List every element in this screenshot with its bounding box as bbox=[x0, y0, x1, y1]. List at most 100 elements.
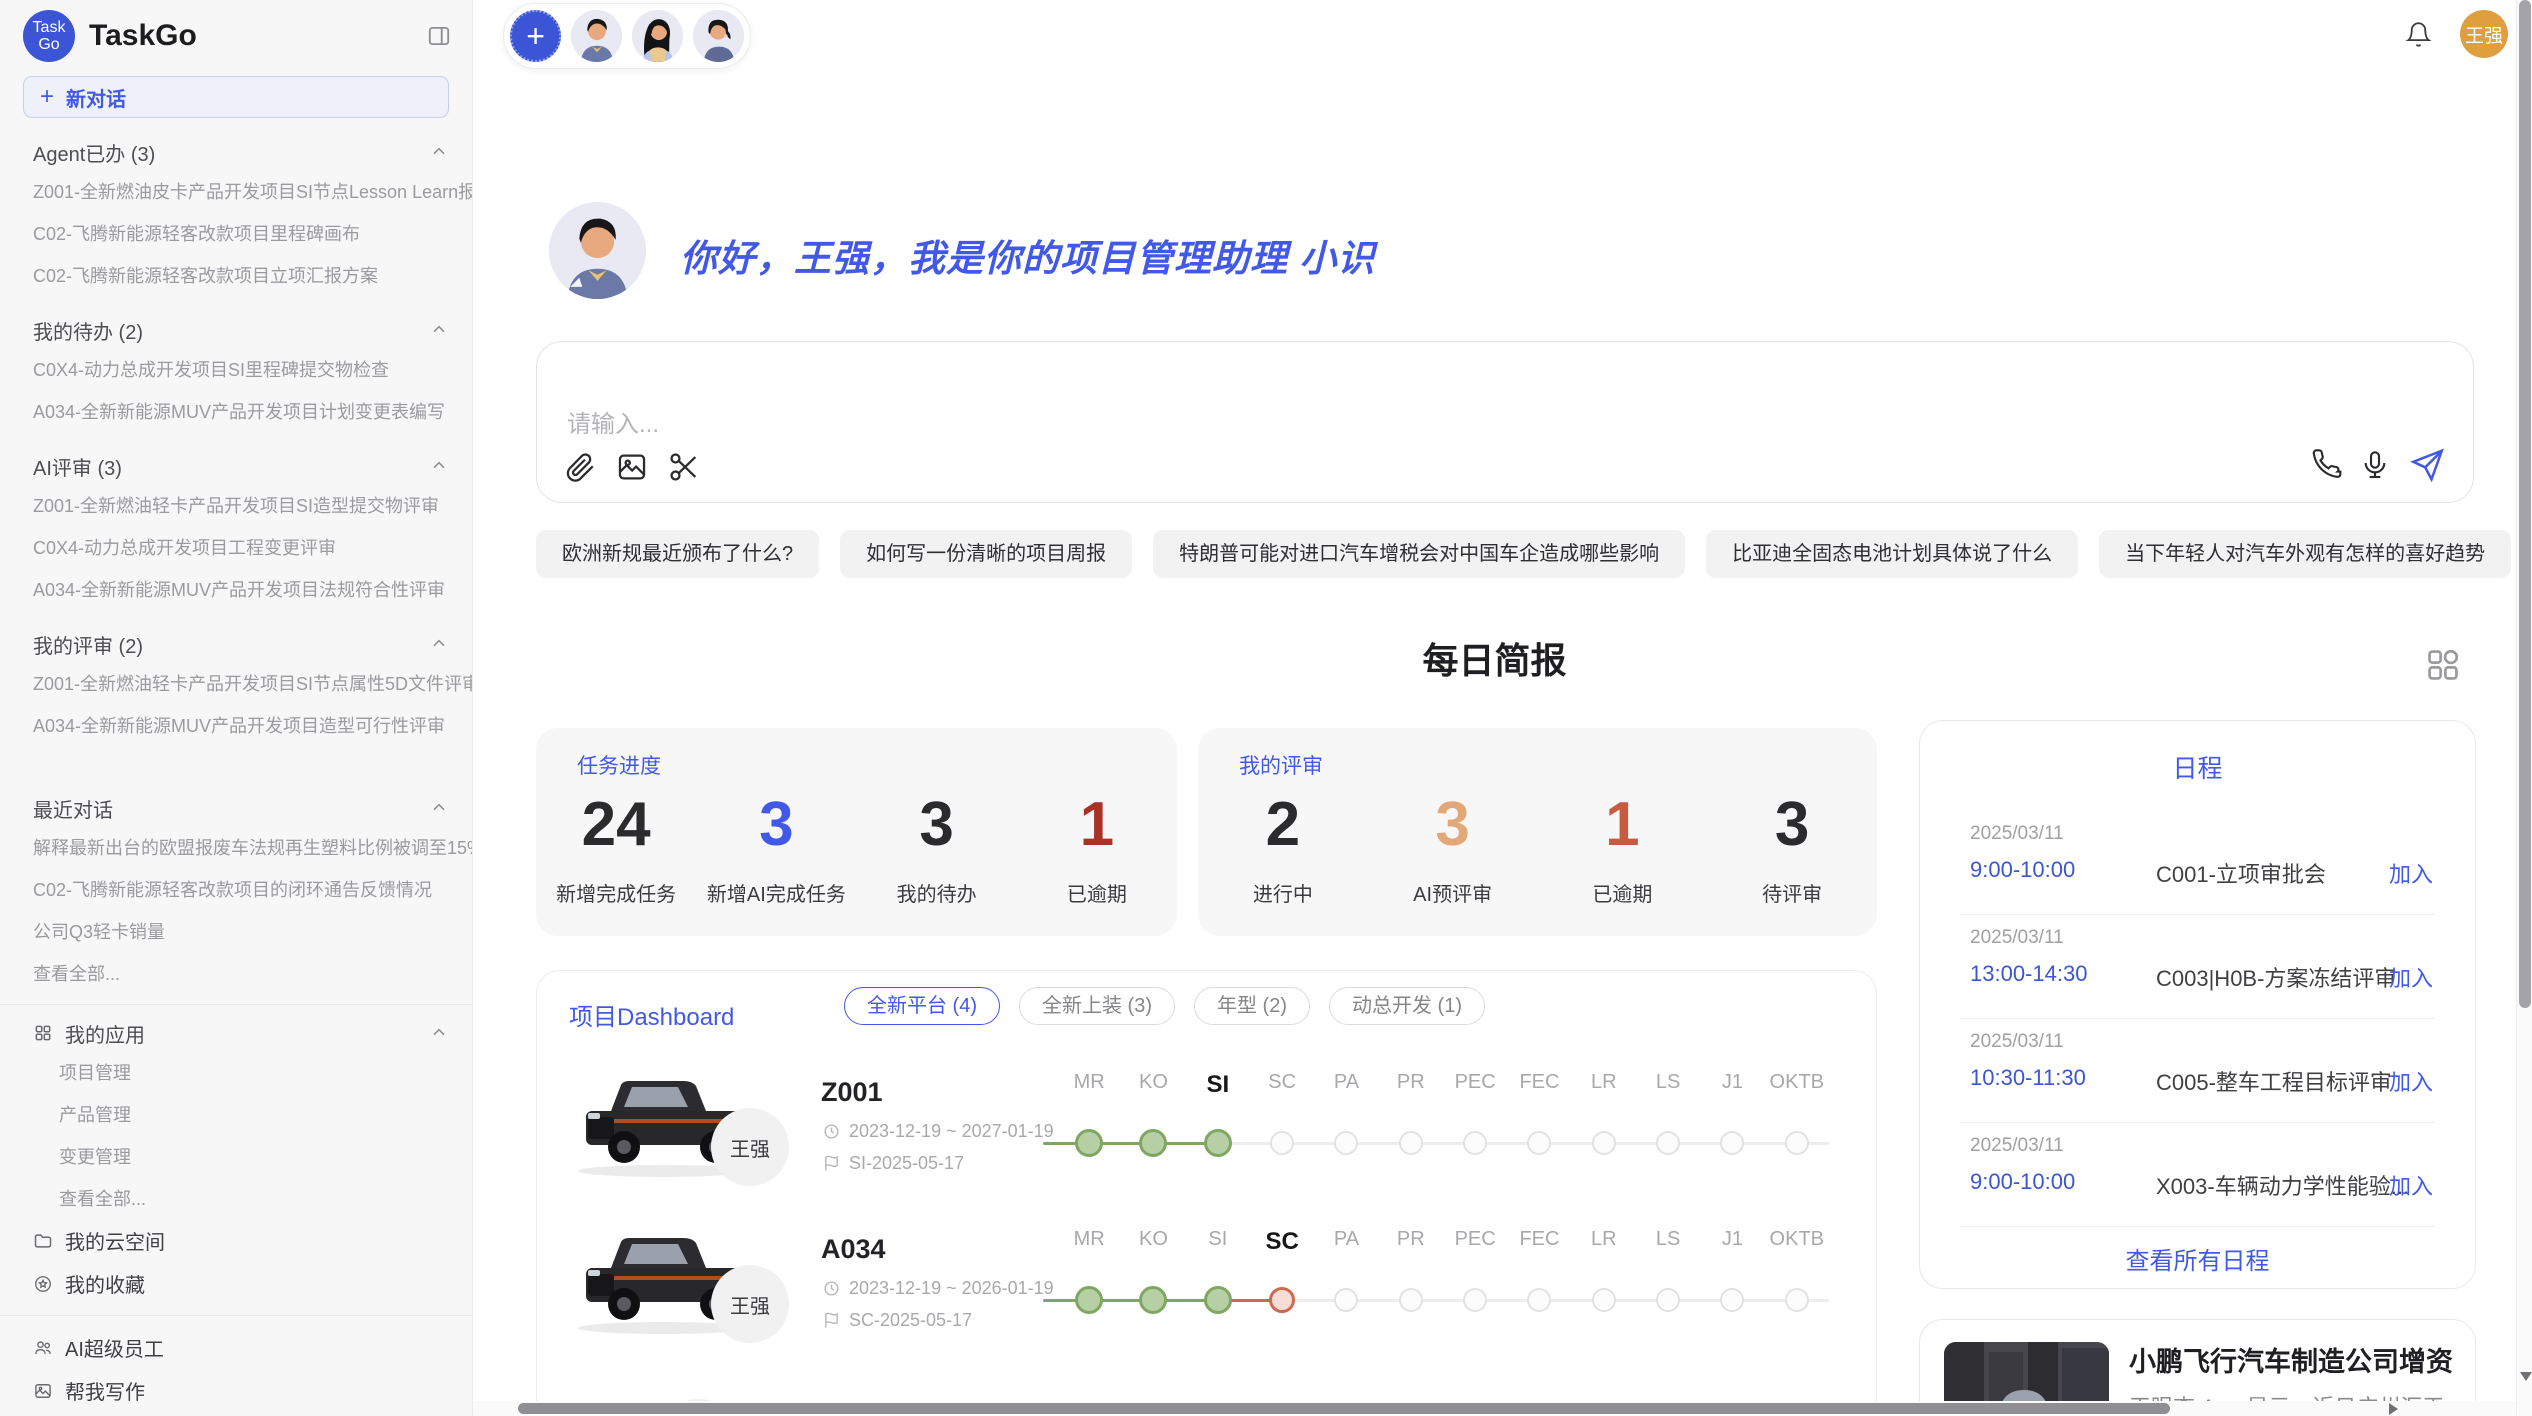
suggestion-chip[interactable]: 比亚迪全固态电池计划具体说了什么 bbox=[1706, 530, 2078, 578]
avatar[interactable] bbox=[632, 10, 683, 62]
sidebar-item-creative-draw[interactable]: 创意制图 bbox=[0, 1412, 472, 1416]
new-chat-button[interactable]: + 新对话 bbox=[23, 76, 449, 118]
list-item[interactable]: A034-全新新能源MUV产品开发项目计划变更表编写 bbox=[0, 390, 472, 432]
voice-call-icon[interactable] bbox=[2311, 449, 2343, 481]
send-icon[interactable] bbox=[2407, 446, 2445, 484]
sidebar-item-ai-employee[interactable]: AI超级员工 bbox=[0, 1326, 472, 1369]
join-link[interactable]: 加入 bbox=[2389, 961, 2433, 993]
list-item[interactable]: C02-飞腾新能源轻客改款项目的闭环通告反馈情况 bbox=[0, 868, 472, 910]
chevron-up-icon[interactable] bbox=[429, 320, 449, 340]
chevron-up-icon[interactable] bbox=[429, 1023, 449, 1043]
join-link[interactable]: 加入 bbox=[2389, 1169, 2433, 1201]
section-my-todo[interactable]: 我的待办 (2) bbox=[0, 312, 449, 348]
milestone-dot[interactable] bbox=[1334, 1288, 1358, 1312]
briefing-layout-icon[interactable] bbox=[2424, 646, 2462, 684]
chevron-up-icon[interactable] bbox=[429, 456, 449, 476]
list-item[interactable]: C02-飞腾新能源轻客改款项目立项汇报方案 bbox=[0, 254, 472, 296]
milestone-dot[interactable] bbox=[1270, 1131, 1294, 1155]
milestone-dot[interactable] bbox=[1527, 1288, 1551, 1312]
milestone-dot[interactable] bbox=[1399, 1131, 1423, 1155]
suggestion-chip[interactable]: 当下年轻人对汽车外观有怎样的喜好趋势 bbox=[2099, 530, 2511, 578]
sidebar-item-cloud-space[interactable]: 我的云空间 bbox=[0, 1219, 472, 1262]
filter-chip[interactable]: 动总开发 (1) bbox=[1329, 987, 1485, 1025]
list-item[interactable]: Z001-全新燃油轻卡产品开发项目SI节点属性5D文件评审 bbox=[0, 662, 472, 704]
suggestion-chip[interactable]: 特朗普可能对进口汽车增税会对中国车企造成哪些影响 bbox=[1153, 530, 1685, 578]
milestone-dot[interactable] bbox=[1720, 1131, 1744, 1155]
list-item[interactable]: Z001-全新燃油皮卡产品开发项目SI节点Lesson Learn报告 bbox=[0, 170, 472, 212]
list-item[interactable]: 解释最新出台的欧盟报废车法规再生塑料比例被调至15%... bbox=[0, 826, 472, 868]
attachment-icon[interactable] bbox=[563, 450, 597, 484]
chat-input-card[interactable]: 请输入... bbox=[536, 341, 2474, 503]
milestone-dot[interactable] bbox=[1656, 1131, 1680, 1155]
suggestion-chip[interactable]: 欧洲新规最近颁布了什么? bbox=[536, 530, 819, 578]
sidebar-item-change-mgmt[interactable]: 变更管理 bbox=[0, 1135, 472, 1177]
image-upload-icon[interactable] bbox=[615, 450, 649, 484]
sidebar-item-help-write[interactable]: 帮我写作 bbox=[0, 1369, 472, 1412]
app-logo: Task Go bbox=[23, 10, 75, 62]
list-item[interactable]: A034-全新新能源MUV产品开发项目法规符合性评审 bbox=[0, 568, 472, 610]
milestone-dot[interactable] bbox=[1527, 1131, 1551, 1155]
milestone-dot[interactable] bbox=[1785, 1288, 1809, 1312]
horizontal-scrollbar[interactable] bbox=[473, 1401, 2516, 1416]
microphone-icon[interactable] bbox=[2359, 449, 2391, 481]
list-item[interactable]: C0X4-动力总成开发项目SI里程碑提交物检查 bbox=[0, 348, 472, 390]
list-item[interactable]: C0X4-动力总成开发项目工程变更评审 bbox=[0, 526, 472, 568]
chevron-up-icon[interactable] bbox=[429, 634, 449, 654]
section-agent-done[interactable]: Agent已办 (3) bbox=[0, 134, 449, 170]
scroll-right-arrow[interactable] bbox=[2389, 1403, 2398, 1415]
milestone-dot[interactable] bbox=[1463, 1288, 1487, 1312]
milestone-dot-done[interactable] bbox=[1204, 1286, 1232, 1314]
sidebar-item-favorites[interactable]: 我的收藏 bbox=[0, 1262, 472, 1305]
milestone-dot[interactable] bbox=[1592, 1288, 1616, 1312]
view-all-schedule[interactable]: 查看所有日程 bbox=[1920, 1241, 2475, 1276]
milestone-dot-done[interactable] bbox=[1075, 1286, 1103, 1314]
vertical-scrollbar[interactable] bbox=[2516, 0, 2532, 1416]
list-item[interactable]: A034-全新新能源MUV产品开发项目造型可行性评审 bbox=[0, 704, 472, 746]
sidebar-item-project-mgmt[interactable]: 项目管理 bbox=[0, 1051, 472, 1093]
project-row[interactable]: 王强 Z001 2023-12-19 ~ 2027-01-19 SI-2025-… bbox=[537, 1059, 1876, 1219]
milestone-dot[interactable] bbox=[1720, 1288, 1744, 1312]
flag-icon bbox=[823, 1312, 840, 1329]
join-link[interactable]: 加入 bbox=[2389, 857, 2433, 889]
milestone-dot[interactable] bbox=[1399, 1288, 1423, 1312]
view-all-chats[interactable]: 查看全部... bbox=[0, 952, 472, 994]
milestone-dot[interactable] bbox=[1656, 1288, 1680, 1312]
vertical-scrollbar-thumb[interactable] bbox=[2519, 0, 2531, 1008]
milestone-dot[interactable] bbox=[1785, 1131, 1809, 1155]
milestone-dot-done[interactable] bbox=[1139, 1129, 1167, 1157]
milestone-dot[interactable] bbox=[1334, 1131, 1358, 1155]
scissors-icon[interactable] bbox=[667, 450, 701, 484]
milestone-dot-overdue[interactable] bbox=[1269, 1287, 1295, 1313]
horizontal-scrollbar-thumb[interactable] bbox=[518, 1403, 2170, 1414]
suggestion-chip[interactable]: 如何写一份清晰的项目周报 bbox=[840, 530, 1132, 578]
notification-bell-icon[interactable] bbox=[2405, 21, 2432, 48]
milestone-dot-done[interactable] bbox=[1075, 1129, 1103, 1157]
avatar[interactable] bbox=[693, 10, 744, 62]
avatar[interactable] bbox=[571, 10, 622, 62]
chat-input-placeholder[interactable]: 请输入... bbox=[567, 404, 659, 439]
list-item[interactable]: 公司Q3轻卡销量 bbox=[0, 910, 472, 952]
collapse-sidebar-icon[interactable] bbox=[426, 23, 452, 49]
sidebar-item-product-mgmt[interactable]: 产品管理 bbox=[0, 1093, 472, 1135]
section-my-apps[interactable]: 我的应用 bbox=[0, 1015, 449, 1051]
section-ai-review[interactable]: AI评审 (3) bbox=[0, 448, 449, 484]
filter-chip[interactable]: 全新上装 (3) bbox=[1019, 987, 1175, 1025]
user-avatar[interactable]: 王强 bbox=[2460, 10, 2508, 58]
chevron-up-icon[interactable] bbox=[429, 142, 449, 162]
chevron-up-icon[interactable] bbox=[429, 798, 449, 818]
milestone-dot[interactable] bbox=[1463, 1131, 1487, 1155]
add-member-button[interactable]: + bbox=[510, 10, 561, 62]
section-recent-chats[interactable]: 最近对话 bbox=[0, 790, 449, 826]
view-all-apps[interactable]: 查看全部... bbox=[0, 1177, 472, 1219]
join-link[interactable]: 加入 bbox=[2389, 1065, 2433, 1097]
filter-chip[interactable]: 年型 (2) bbox=[1194, 987, 1310, 1025]
milestone-dot-done[interactable] bbox=[1139, 1286, 1167, 1314]
list-item[interactable]: C02-飞腾新能源轻客改款项目里程碑画布 bbox=[0, 212, 472, 254]
milestone-dot-done[interactable] bbox=[1204, 1129, 1232, 1157]
project-row[interactable]: 王强 A034 2023-12-19 ~ 2026-01-19 SC-2025-… bbox=[537, 1216, 1876, 1376]
scroll-down-arrow[interactable] bbox=[2520, 1372, 2532, 1381]
list-item[interactable]: Z001-全新燃油轻卡产品开发项目SI造型提交物评审 bbox=[0, 484, 472, 526]
section-my-review[interactable]: 我的评审 (2) bbox=[0, 626, 449, 662]
filter-chip[interactable]: 全新平台 (4) bbox=[844, 987, 1000, 1025]
milestone-dot[interactable] bbox=[1592, 1131, 1616, 1155]
